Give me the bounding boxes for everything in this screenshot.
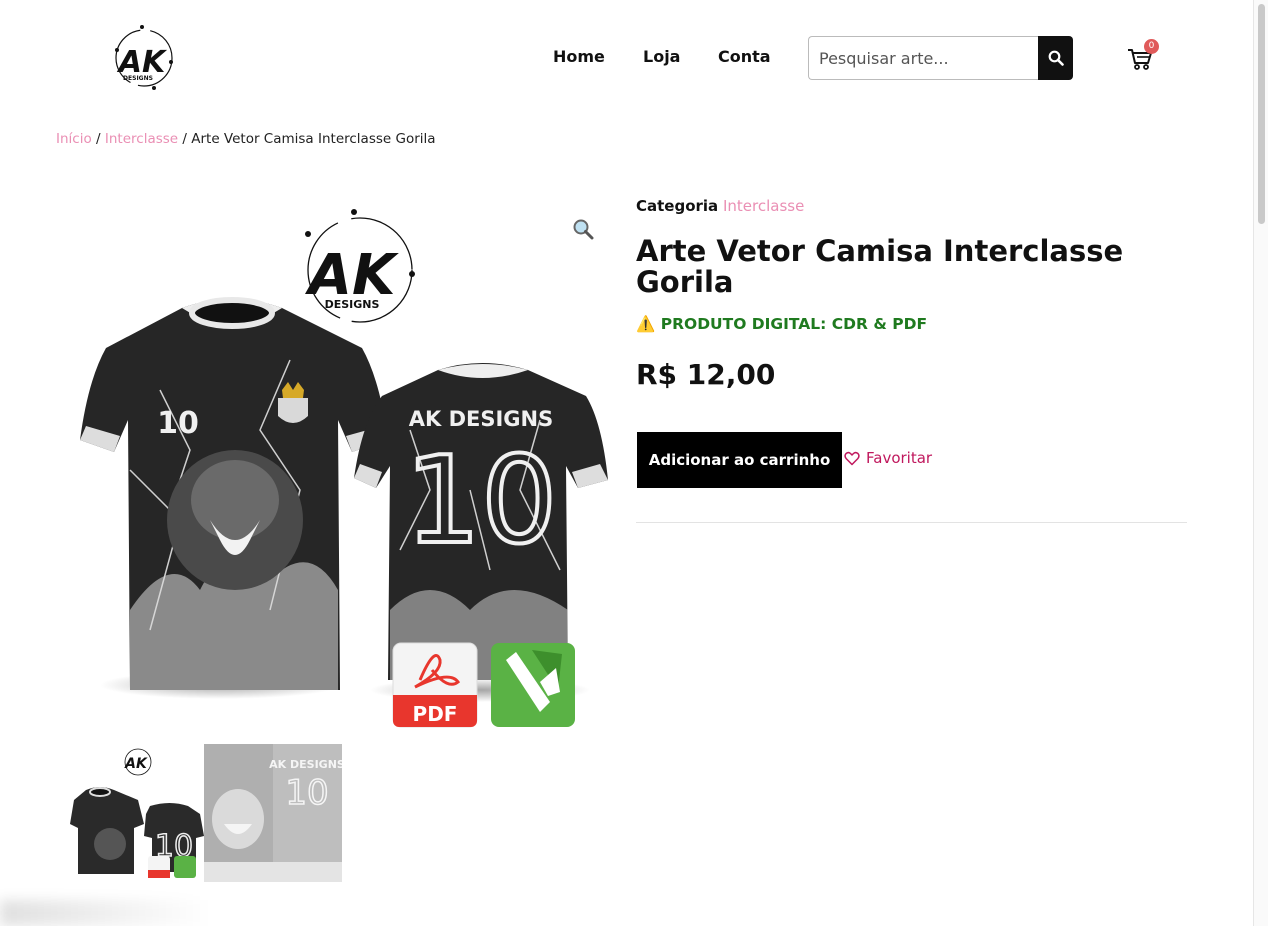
breadcrumb-home-link[interactable]: Início xyxy=(56,131,92,147)
back-jersey-name: AK DESIGNS xyxy=(409,407,554,431)
search-button[interactable] xyxy=(1038,36,1073,80)
coreldraw-icon xyxy=(491,643,575,727)
favorite-label: Favoritar xyxy=(866,449,933,467)
warning-icon: ⚠️ xyxy=(636,315,656,333)
nav-loja[interactable]: Loja xyxy=(643,47,680,66)
notice-text: PRODUTO DIGITAL: CDR & PDF xyxy=(660,315,928,333)
back-jersey-number: 10 xyxy=(405,432,558,571)
category-label: Categoria xyxy=(636,197,719,215)
product-category: Categoria Interclasse xyxy=(636,197,804,215)
pdf-label: PDF xyxy=(413,702,458,726)
image-logo-sub: DESIGNS xyxy=(325,298,380,311)
gallery-thumbnail-2[interactable]: AK DESIGNS 10 xyxy=(204,744,342,882)
add-to-cart-button[interactable]: Adicionar ao carrinho xyxy=(637,432,842,488)
search-form xyxy=(808,36,1073,80)
search-input[interactable] xyxy=(808,36,1038,80)
gallery-thumbnail-1[interactable]: AK 10 xyxy=(66,744,204,882)
summary-divider xyxy=(636,522,1187,523)
breadcrumb-category-link[interactable]: Interclasse xyxy=(105,131,178,147)
product-title: Arte Vetor Camisa Interclasse Gorila xyxy=(636,234,1124,299)
breadcrumb-current: Arte Vetor Camisa Interclasse Gorila xyxy=(191,131,436,147)
product-price: R$ 12,00 xyxy=(636,358,776,391)
breadcrumb: Início / Interclasse / Arte Vetor Camisa… xyxy=(56,131,436,147)
product-main-image[interactable]: AK DESIGNS 10 AK DESIGNS 10 PDF xyxy=(70,190,610,744)
nav-home[interactable]: Home xyxy=(553,47,605,66)
zoom-icon xyxy=(573,219,594,240)
breadcrumb-separator: / xyxy=(91,131,105,147)
thumb-back-name: AK DESIGNS xyxy=(269,758,342,771)
thumb-logo-text: AK xyxy=(124,756,148,772)
logo-sub-text: DESIGNS xyxy=(123,75,153,82)
favorite-button[interactable]: Favoritar xyxy=(844,449,932,467)
cart-count-badge: 0 xyxy=(1144,39,1159,54)
site-logo[interactable]: AK DESIGNS xyxy=(108,22,178,94)
search-icon xyxy=(1048,50,1064,66)
decorative-shadow xyxy=(0,900,210,926)
pdf-icon: PDF xyxy=(392,642,478,728)
scrollbar-thumb[interactable] xyxy=(1258,4,1265,224)
thumb-back-number: 10 xyxy=(285,773,328,813)
category-link[interactable]: Interclasse xyxy=(723,197,804,215)
digital-product-notice: ⚠️ PRODUTO DIGITAL: CDR & PDF xyxy=(636,315,927,333)
breadcrumb-separator: / xyxy=(178,131,192,147)
back-jersey-graphic: AK DESIGNS 10 xyxy=(354,363,608,680)
heart-icon xyxy=(844,451,860,465)
front-jersey-number: 10 xyxy=(157,406,199,441)
page-scrollbar[interactable] xyxy=(1253,0,1268,926)
front-jersey-graphic: 10 xyxy=(80,297,388,690)
zoom-button[interactable] xyxy=(572,218,594,240)
nav-conta[interactable]: Conta xyxy=(718,47,771,66)
